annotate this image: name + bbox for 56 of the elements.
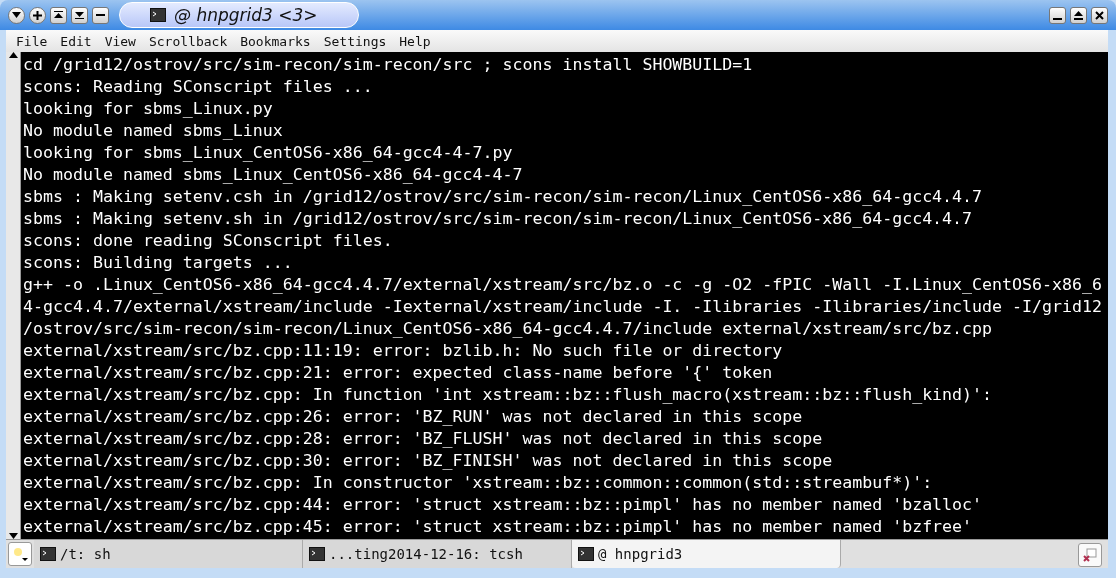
- close-tab-icon: [1083, 548, 1097, 562]
- maximize-button[interactable]: [1070, 6, 1087, 24]
- close-tab-button[interactable]: [1078, 543, 1102, 567]
- terminal-line: external/xstream/src/bz.cpp:21: error: expected class-name before '{' token: [23, 362, 773, 384]
- terminal-line: scons: Reading SConscript files ...: [23, 76, 373, 98]
- arrow-up-icon: [54, 11, 63, 19]
- terminal-line: cd /grid12/ostrov/src/sim-recon/sim-recon/src ; scons install SHOWBUILD=1: [23, 54, 753, 76]
- terminal-line: /ostrov/src/sim-recon/sim-recon/Linux_CentOS6-x86_64-gcc4.4.7/include external/xstream/src/bz.cpp: [23, 318, 993, 340]
- terminal-line: 4-gcc4.4.7/external/xstream/include -Iexternal/xstream/include -I. -Ilibraries -Ilibraries/include -I/grid12: [23, 296, 1102, 318]
- close-button[interactable]: [1091, 6, 1108, 24]
- terminal-line: external/xstream/src/bz.cpp: In function 'int xstream::bz::flush_macro(xstream::bz::flush_kind)':: [23, 384, 993, 406]
- terminal-line: sbms : Making setenv.sh in /grid12/ostrov/src/sim-recon/sim-recon/Linux_CentOS6-x86_64-gcc4.4.7: [23, 208, 973, 230]
- minimize-icon: [1053, 17, 1062, 20]
- terminal-line: external/xstream/src/bz.cpp:45: error: 'struct xstream::bz::pimpl' has no member named 'bzfree': [23, 516, 973, 538]
- minimize-button[interactable]: [1049, 6, 1066, 24]
- menu-item[interactable]: Bookmarks: [240, 33, 311, 49]
- terminal-icon: [150, 8, 166, 22]
- menu-item[interactable]: Edit: [60, 33, 92, 49]
- terminal-icon: [309, 547, 325, 561]
- terminal-line: No module named sbms_Linux_CentOS6-x86_64-gcc4-4-7: [23, 164, 523, 186]
- terminal-icon: [40, 547, 56, 561]
- close-icon: [1095, 10, 1104, 20]
- menu-item[interactable]: View: [104, 33, 136, 49]
- terminal-line: external/xstream/src/bz.cpp:44: error: 'struct xstream::bz::pimpl' has no member named 'bzalloc': [23, 494, 983, 516]
- terminal-line: external/xstream/src/bz.cpp: In constructor 'xstream::bz::common::common(std::streambuf*)':: [23, 472, 933, 494]
- scrollbar[interactable]: [6, 52, 21, 539]
- terminal-line: scons: Building targets ...: [23, 252, 293, 274]
- terminal-line: external/xstream/src/bz.cpp:11:19: error: bzlib.h: No such file or directory: [23, 340, 783, 362]
- terminal-line: external/xstream/src/bz.cpp:28: error: 'BZ_FLUSH' was not declared in this scope: [23, 428, 823, 450]
- terminal-tab[interactable]: @ hnpgrid3: [572, 540, 841, 568]
- menu-item[interactable]: File: [16, 33, 48, 49]
- keep-above-button[interactable]: [50, 6, 67, 24]
- terminal-line: g++ -o .Linux_CentOS6-x86_64-gcc4.4.7/external/xstream/src/bz.o -c -g -O2 -fPIC -Wall -I.Linux_CentOS6-x86_6: [23, 274, 1102, 296]
- new-tab-icon: [12, 546, 28, 562]
- menu-button[interactable]: [8, 6, 25, 24]
- terminal-line: external/xstream/src/bz.cpp:30: error: 'BZ_FINISH' was not declared in this scope: [23, 450, 833, 472]
- terminal-line: No module named sbms_Linux: [23, 120, 283, 142]
- terminal-line: external/xstream/src/bz.cpp:26: error: 'BZ_RUN' was not declared in this scope: [23, 406, 803, 428]
- terminal-tab[interactable]: /t: sh: [34, 540, 303, 568]
- menu-item[interactable]: Settings: [323, 33, 387, 49]
- terminal-line: scons: done reading SConscript files.: [23, 230, 393, 252]
- caret-down-icon: [12, 12, 21, 18]
- window-title: @ hnpgrid3 <3>: [174, 5, 318, 25]
- add-button[interactable]: [29, 6, 46, 24]
- arrow-down-icon: [75, 11, 84, 19]
- shade-button[interactable]: [92, 6, 109, 24]
- terminal-line: sbms : Making setenv.csh in /grid12/ostrov/src/sim-recon/sim-recon/Linux_CentOS6-x86_64-gcc4.4.7: [23, 186, 983, 208]
- terminal-line: looking for sbms_Linux.py: [23, 98, 273, 120]
- maximize-icon: [1074, 10, 1083, 20]
- plus-icon: [33, 10, 42, 20]
- menu-item[interactable]: Scrollback: [148, 33, 228, 49]
- terminal-line: looking for sbms_Linux_CentOS6-x86_64-gcc4-4-7.py: [23, 142, 513, 164]
- terminal-icon: [578, 547, 594, 561]
- terminal-tab[interactable]: ...ting2014-12-16: tcsh: [303, 540, 572, 568]
- keep-below-button[interactable]: [71, 6, 88, 24]
- menu-item[interactable]: Help: [399, 33, 431, 49]
